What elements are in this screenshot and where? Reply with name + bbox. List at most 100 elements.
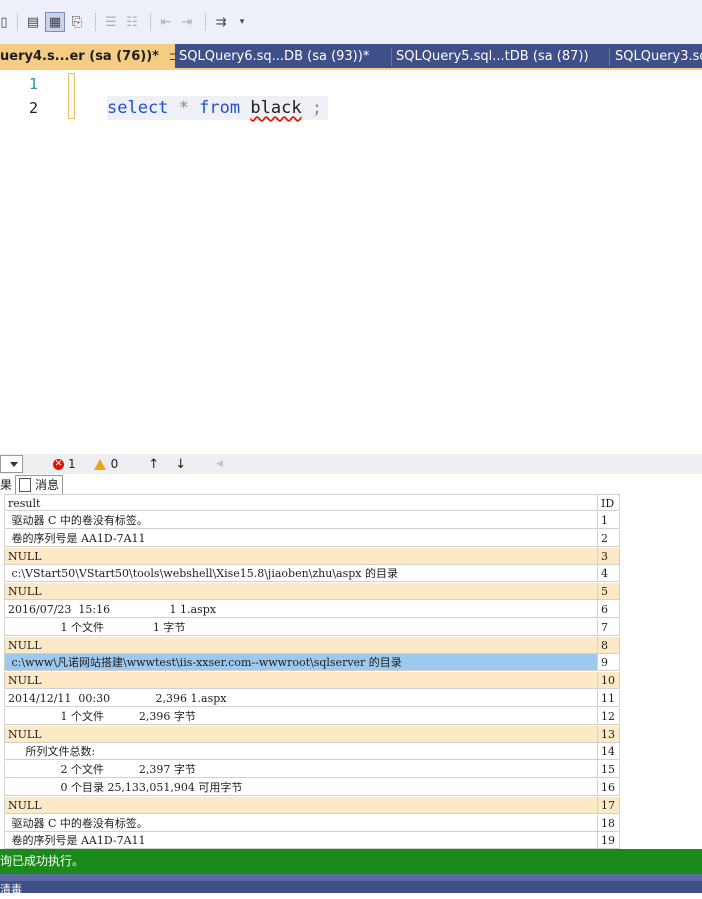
tab-label: SQLQuery3.sql [615,48,702,64]
result-cell[interactable]: 1 个文件 2,396 字节 [4,707,598,725]
document-tab-bar: uery4.s...er (sa (76))* ⊐ × SQLQuery6.sq… [0,44,702,70]
toolbar-separator [95,13,96,31]
results-to-text-icon[interactable]: ▤ [24,13,42,31]
results-to-text-icon[interactable]: ▯ [0,13,8,31]
tab-label: SQLQuery5.sql...tDB (sa (87)) [396,48,589,64]
table-row[interactable]: 所列文件总数: 14 [0,743,620,761]
id-cell[interactable]: 16 [598,779,620,796]
tab-sqlquery6[interactable]: SQLQuery6.sq...DB (sa (93))* [179,44,389,68]
result-cell[interactable]: c:\www\凡诺网站搭建\wwwtest\iis-xxser.com--www… [4,654,598,672]
warning-icon[interactable] [93,458,106,470]
tab-sqlquery3[interactable]: SQLQuery3.sql [615,44,702,68]
id-cell[interactable]: 8 [598,636,620,654]
table-row[interactable]: NULL 5 [0,583,620,601]
message-icon [19,477,32,492]
uncomment-icon[interactable]: ☷ [123,13,141,31]
table-row[interactable]: 卷的序列号是 AA1D-7A11 19 [0,832,620,849]
result-cell[interactable]: 驱动器 C 中的卷没有标签。 [4,512,598,529]
result-cell[interactable]: NULL [4,636,598,654]
specify-template-icon[interactable]: ⇉ [212,13,230,31]
tab-sqlquery4[interactable]: uery4.s...er (sa (76))* ⊐ × [0,44,175,68]
results-grid[interactable]: result ID 驱动器 C 中的卷没有标签。 1 卷的序列号是 AA1D-7A… [0,494,702,849]
table-identifier: black [250,98,302,118]
result-cell[interactable]: NULL [4,672,598,690]
id-cell[interactable]: 12 [598,707,620,725]
zoom-combo[interactable] [0,455,23,473]
result-cell[interactable]: NULL [4,547,598,565]
table-row[interactable]: NULL 17 [0,796,620,815]
id-cell[interactable]: 6 [598,601,620,618]
result-cell[interactable]: 2016/07/23 15:16 1 1.aspx [4,601,598,618]
pin-icon[interactable]: ⊐ [169,50,175,63]
code-line[interactable]: select * from black ; [107,96,329,120]
bottom-text: 清毒 [0,883,22,896]
increase-indent-icon[interactable]: ⇥ [178,13,196,31]
comment-icon[interactable]: ☰ [102,13,120,31]
result-cell[interactable]: 2 个文件 2,397 字节 [4,761,598,779]
result-cell[interactable]: 卷的序列号是 AA1D-7A11 [4,529,598,547]
id-cell[interactable]: 5 [598,583,620,601]
table-row[interactable]: 驱动器 C 中的卷没有标签。 18 [0,814,620,833]
table-row[interactable]: 1 个文件 1 字节 7 [0,618,620,637]
table-row[interactable]: 1 个文件 2,396 字节 12 [0,707,620,726]
decrease-indent-icon[interactable]: ⇤ [157,13,175,31]
previous-arrow-icon[interactable]: ↑ [148,457,159,472]
result-cell[interactable]: 1 个文件 1 字节 [4,618,598,636]
result-cell[interactable]: NULL [4,583,598,601]
table-row[interactable]: NULL 8 [0,636,620,655]
table-row[interactable]: 0 个目录 25,133,051,904 可用字节 16 [0,779,620,797]
id-cell[interactable]: 3 [598,547,620,565]
result-cell[interactable]: NULL [4,725,598,743]
back-arrow-icon[interactable]: ◀ [216,459,223,469]
results-to-grid-icon[interactable]: ▦ [45,12,65,32]
results-to-file-icon[interactable]: ⎘ [68,13,86,31]
result-cell[interactable]: 驱动器 C 中的卷没有标签。 [4,814,598,832]
id-cell[interactable]: 9 [598,654,620,672]
id-cell[interactable]: 1 [598,512,620,529]
status-text: 询已成功执行。 [0,854,85,868]
table-row[interactable]: c:\www\凡诺网站搭建\wwwtest\iis-xxser.com--www… [0,654,620,672]
column-header-result[interactable]: result [4,494,598,511]
table-row[interactable]: 驱动器 C 中的卷没有标签。 1 [0,512,620,530]
table-row[interactable]: 卷的序列号是 AA1D-7A11 2 [0,529,620,548]
tab-results[interactable]: 果 [0,475,15,493]
id-cell[interactable]: 18 [598,814,620,832]
column-header-id[interactable]: ID [598,494,620,511]
query-editor[interactable]: 1 2 select * from black ; [0,70,702,454]
next-arrow-icon[interactable]: ↓ [175,457,186,472]
error-icon[interactable]: ✕ [53,458,64,470]
id-cell[interactable]: 17 [598,796,620,814]
table-row[interactable]: c:\VStart50\VStart50\tools\webshell\Xise… [0,565,620,583]
result-cell[interactable]: 所列文件总数: [4,743,598,761]
bottom-bar: 清毒 [0,874,702,896]
table-row[interactable]: NULL 13 [0,725,620,744]
id-cell[interactable]: 15 [598,761,620,779]
line-number: 1 [28,75,38,93]
id-cell[interactable]: 7 [598,618,620,636]
tab-divider [391,48,392,66]
id-cell[interactable]: 19 [598,832,620,849]
result-cell[interactable]: NULL [4,796,598,814]
table-row[interactable]: NULL 3 [0,547,620,566]
bottom-stripe [0,874,702,881]
id-cell[interactable]: 14 [598,743,620,761]
id-cell[interactable]: 4 [598,565,620,583]
dropdown-arrow-icon[interactable]: ▾ [233,13,251,31]
id-cell[interactable]: 11 [598,690,620,707]
result-cell[interactable]: c:\VStart50\VStart50\tools\webshell\Xise… [4,565,598,583]
table-row[interactable]: 2014/12/11 00:30 2,396 1.aspx 11 [0,690,620,708]
id-cell[interactable]: 10 [598,672,620,690]
table-row[interactable]: 2 个文件 2,397 字节 15 [0,761,620,779]
change-tracking-margin [68,73,75,119]
tab-messages[interactable]: 消息 [15,474,64,494]
table-row[interactable]: NULL 10 [0,672,620,690]
result-cell[interactable]: 0 个目录 25,133,051,904 可用字节 [4,779,598,796]
keyword-from: from [199,98,241,118]
tab-sqlquery5[interactable]: SQLQuery5.sql...tDB (sa (87)) [396,44,606,68]
table-row[interactable]: 2016/07/23 15:16 1 1.aspx 6 [0,601,620,619]
result-cell[interactable]: 卷的序列号是 AA1D-7A11 [4,832,598,849]
id-cell[interactable]: 13 [598,725,620,743]
id-cell[interactable]: 2 [598,529,620,547]
messages-tab-label: 消息 [35,478,60,492]
result-cell[interactable]: 2014/12/11 00:30 2,396 1.aspx [4,690,598,707]
